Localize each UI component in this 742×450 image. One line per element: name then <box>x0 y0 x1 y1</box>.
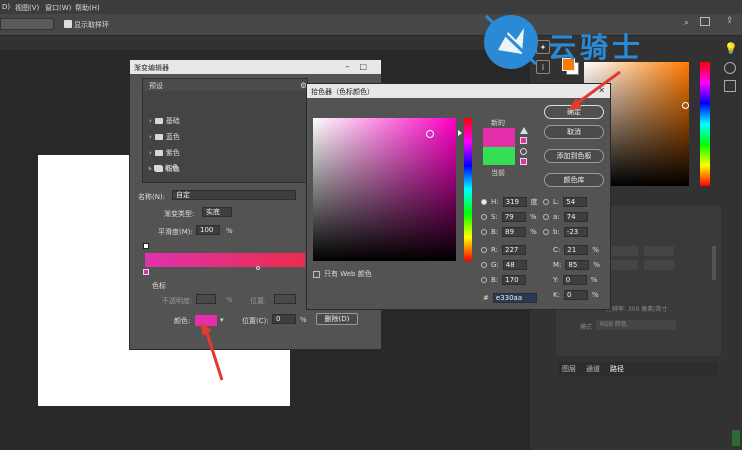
status-indicator <box>732 430 740 446</box>
annotation-arrows <box>200 70 621 381</box>
